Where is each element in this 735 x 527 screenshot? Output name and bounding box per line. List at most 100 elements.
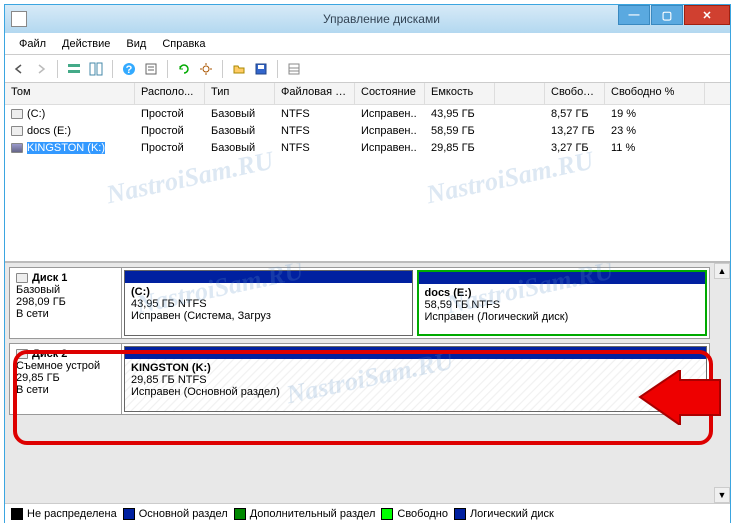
partition-name: KINGSTON (K:) (131, 362, 700, 374)
partition[interactable]: docs (E:)58,59 ГБ NTFSИсправен (Логическ… (417, 270, 708, 336)
minimize-button[interactable]: — (618, 5, 650, 25)
refresh-icon[interactable] (174, 59, 194, 79)
disk-name: Диск 1 (32, 272, 67, 284)
legend-extended-box (234, 508, 246, 520)
volume-row[interactable]: KINGSTON (K:)ПростойБазовыйNTFSИсправен.… (5, 139, 730, 156)
menubar: Файл Действие Вид Справка (5, 33, 730, 55)
legend-free: Свободно (397, 508, 448, 520)
menu-file[interactable]: Файл (11, 35, 54, 53)
volume-row[interactable]: (C:) ПростойБазовыйNTFSИсправен..43,95 ГБ… (5, 105, 730, 122)
disk-map: NastroiSam.RU NastroiSam.RU NastroiSam.R… (5, 263, 714, 503)
col-free[interactable]: Свобод... (545, 83, 605, 104)
partition-info: 43,95 ГБ NTFS (131, 298, 406, 310)
legend-primary-box (123, 508, 135, 520)
col-capacity[interactable]: Емкость (425, 83, 495, 104)
cell-status: Исправен.. (355, 141, 425, 155)
toolbar: ? (5, 55, 730, 83)
cell-freepct: 11 % (605, 141, 705, 155)
legend-logical: Логический диск (470, 508, 554, 520)
scroll-up-button[interactable]: ▲ (714, 263, 730, 279)
cell-capacity: 58,59 ГБ (425, 124, 495, 138)
drive-icon (11, 109, 23, 119)
volume-name: KINGSTON (K:) (27, 142, 105, 154)
back-button[interactable] (9, 59, 29, 79)
legend-free-box (381, 508, 393, 520)
cell-free: 8,57 ГБ (545, 107, 605, 121)
cell-status: Исправен.. (355, 107, 425, 121)
menu-action[interactable]: Действие (54, 35, 118, 53)
col-filesystem[interactable]: Файловая с... (275, 83, 355, 104)
disk-size: 29,85 ГБ (16, 372, 60, 384)
disk-status: В сети (16, 308, 49, 320)
col-freepct[interactable]: Свободно % (605, 83, 705, 104)
col-status[interactable]: Состояние (355, 83, 425, 104)
disk-row[interactable]: Диск 2Съемное устрой29,85 ГБВ сетиKINGST… (9, 343, 710, 415)
legend-extended: Дополнительный раздел (250, 508, 376, 520)
menu-help[interactable]: Справка (154, 35, 213, 53)
cell-fs: NTFS (275, 107, 355, 121)
cell-capacity: 43,95 ГБ (425, 107, 495, 121)
volume-name: (C:) (27, 108, 45, 120)
cell-type: Базовый (205, 107, 275, 121)
legend-unallocated: Не распределена (27, 508, 117, 520)
disk-size: 298,09 ГБ (16, 296, 66, 308)
cell-freepct: 19 % (605, 107, 705, 121)
cell-status: Исправен.. (355, 124, 425, 138)
partition-name: (C:) (131, 286, 406, 298)
partition-status: Исправен (Логический диск) (425, 311, 700, 323)
disk-info: Диск 2Съемное устрой29,85 ГБВ сети (10, 344, 122, 414)
col-layout[interactable]: Располо... (135, 83, 205, 104)
view-list-icon[interactable] (64, 59, 84, 79)
forward-button[interactable] (31, 59, 51, 79)
cell-fs: NTFS (275, 141, 355, 155)
drive-icon (11, 143, 23, 153)
menu-view[interactable]: Вид (118, 35, 154, 53)
disk-info: Диск 1Базовый298,09 ГБВ сети (10, 268, 122, 338)
disk-management-window: Управление дисками — ▢ ✕ Файл Действие В… (4, 4, 731, 523)
partition[interactable]: (C:)43,95 ГБ NTFSИсправен (Система, Загр… (124, 270, 413, 336)
legend-logical-box (454, 508, 466, 520)
volume-list: Том Располо... Тип Файловая с... Состоян… (5, 83, 730, 263)
partition-name: docs (E:) (425, 287, 700, 299)
disk-name: Диск 2 (32, 348, 67, 360)
settings-icon[interactable] (196, 59, 216, 79)
drive-icon (11, 126, 23, 136)
partition[interactable]: KINGSTON (K:)29,85 ГБ NTFSИсправен (Осно… (124, 346, 707, 412)
disk-icon (16, 349, 28, 359)
cell-capacity: 29,85 ГБ (425, 141, 495, 155)
disk-type: Базовый (16, 284, 60, 296)
partition-status: Исправен (Основной раздел) (131, 386, 700, 398)
partition-info: 29,85 ГБ NTFS (131, 374, 700, 386)
scroll-down-button[interactable]: ▼ (714, 487, 730, 503)
app-icon (11, 11, 27, 27)
help-icon[interactable]: ? (119, 59, 139, 79)
view-detail-icon[interactable] (86, 59, 106, 79)
column-headers: Том Располо... Тип Файловая с... Состоян… (5, 83, 730, 105)
open-icon[interactable] (229, 59, 249, 79)
list-view-icon[interactable] (284, 59, 304, 79)
cell-layout: Простой (135, 124, 205, 138)
partition-info: 58,59 ГБ NTFS (425, 299, 700, 311)
volume-name: docs (E:) (27, 125, 71, 137)
save-icon[interactable] (251, 59, 271, 79)
disk-row[interactable]: Диск 1Базовый298,09 ГБВ сети(C:)43,95 ГБ… (9, 267, 710, 339)
volume-row[interactable]: docs (E:) ПростойБазовыйNTFSИсправен..58,… (5, 122, 730, 139)
disk-type: Съемное устрой (16, 360, 100, 372)
legend-primary: Основной раздел (139, 508, 228, 520)
cell-freepct: 23 % (605, 124, 705, 138)
cell-type: Базовый (205, 124, 275, 138)
cell-layout: Простой (135, 141, 205, 155)
svg-text:?: ? (126, 64, 133, 76)
disk-status: В сети (16, 384, 49, 396)
maximize-button[interactable]: ▢ (651, 5, 683, 25)
close-button[interactable]: ✕ (684, 5, 730, 25)
col-volume[interactable]: Том (5, 83, 135, 104)
properties-icon[interactable] (141, 59, 161, 79)
legend-unallocated-box (11, 508, 23, 520)
cell-fs: NTFS (275, 124, 355, 138)
titlebar[interactable]: Управление дисками — ▢ ✕ (5, 5, 730, 33)
col-type[interactable]: Тип (205, 83, 275, 104)
cell-layout: Простой (135, 107, 205, 121)
cell-free: 3,27 ГБ (545, 141, 605, 155)
vertical-scrollbar[interactable]: ▲ ▼ (714, 263, 730, 503)
